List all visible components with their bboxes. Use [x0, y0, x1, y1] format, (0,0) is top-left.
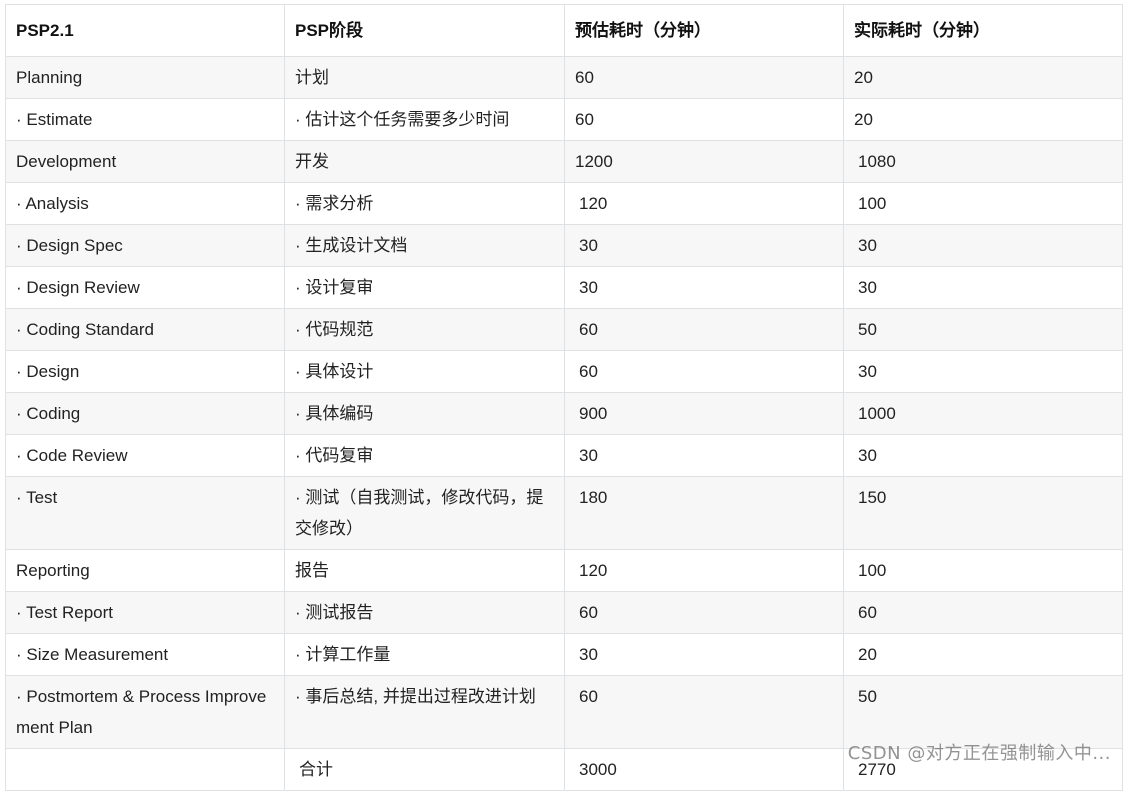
- cell-actual: 20: [843, 633, 1123, 676]
- cell-estimated: 60: [564, 56, 844, 99]
- cell-estimated: 30: [564, 224, 844, 267]
- cell-psp21: Reporting: [5, 549, 285, 592]
- table-header-row: PSP2.1 PSP阶段 预估耗时（分钟） 实际耗时（分钟）: [5, 4, 1123, 57]
- cell-estimated: 180: [564, 476, 844, 550]
- cell-psp21: [5, 748, 285, 791]
- table-row: · Estimate · 估计这个任务需要多少时间 60 20: [5, 98, 1123, 141]
- cell-psp-stage: · 具体设计: [284, 350, 565, 393]
- table-row: · Coding Standard · 代码规范 60 50: [5, 308, 1123, 351]
- table-row: · Analysis · 需求分析 120 100: [5, 182, 1123, 225]
- psp-table: PSP2.1 PSP阶段 预估耗时（分钟） 实际耗时（分钟） Planning 计…: [5, 4, 1123, 791]
- cell-estimated: 30: [564, 633, 844, 676]
- cell-estimated: 60: [564, 308, 844, 351]
- cell-psp21: · Estimate: [5, 98, 285, 141]
- cell-psp21: · Test Report: [5, 591, 285, 634]
- cell-estimated: 120: [564, 182, 844, 225]
- cell-actual: 20: [843, 56, 1123, 99]
- cell-psp21: · Code Review: [5, 434, 285, 477]
- cell-estimated: 60: [564, 98, 844, 141]
- cell-psp21: · Design Review: [5, 266, 285, 309]
- header-psp21: PSP2.1: [5, 4, 285, 57]
- cell-psp21: · Coding: [5, 392, 285, 435]
- cell-actual: 100: [843, 182, 1123, 225]
- table-body: Planning 计划 60 20 · Estimate · 估计这个任务需要多少时间 60…: [5, 56, 1123, 791]
- table-row: · Postmortem & Process Improvement Plan ·…: [5, 675, 1123, 749]
- cell-estimated: 120: [564, 549, 844, 592]
- cell-estimated: 900: [564, 392, 844, 435]
- cell-estimated: 3000: [564, 748, 844, 791]
- table-row: Reporting 报告 120 100: [5, 549, 1123, 592]
- cell-psp-stage: · 具体编码: [284, 392, 565, 435]
- cell-estimated: 60: [564, 591, 844, 634]
- cell-psp-stage: 报告: [284, 549, 565, 592]
- cell-actual: 150: [843, 476, 1123, 550]
- header-estimated-time: 预估耗时（分钟）: [564, 4, 844, 57]
- cell-psp-stage: · 设计复审: [284, 266, 565, 309]
- cell-psp-stage: · 生成设计文档: [284, 224, 565, 267]
- table-row: · Coding · 具体编码 900 1000: [5, 392, 1123, 435]
- table-row: · Test · 测试（自我测试，修改代码，提交修改） 180 150: [5, 476, 1123, 550]
- cell-psp21: · Design: [5, 350, 285, 393]
- cell-psp-stage: 合计: [284, 748, 565, 791]
- cell-actual: 30: [843, 266, 1123, 309]
- cell-actual: 30: [843, 224, 1123, 267]
- table-row: · Code Review · 代码复审 30 30: [5, 434, 1123, 477]
- cell-psp-stage: · 测试（自我测试，修改代码，提交修改）: [284, 476, 565, 550]
- cell-psp-stage: · 计算工作量: [284, 633, 565, 676]
- cell-psp21: Development: [5, 140, 285, 183]
- cell-psp-stage: · 代码规范: [284, 308, 565, 351]
- cell-estimated: 30: [564, 434, 844, 477]
- cell-psp-stage: · 测试报告: [284, 591, 565, 634]
- cell-psp21: · Analysis: [5, 182, 285, 225]
- table-row: · Design Review · 设计复审 30 30: [5, 266, 1123, 309]
- cell-estimated: 1200: [564, 140, 844, 183]
- table-row: Development 开发 1200 1080: [5, 140, 1123, 183]
- table-row: · Test Report · 测试报告 60 60: [5, 591, 1123, 634]
- cell-psp21: · Test: [5, 476, 285, 550]
- header-psp-stage: PSP阶段: [284, 4, 565, 57]
- cell-psp-stage: · 估计这个任务需要多少时间: [284, 98, 565, 141]
- table-row: · Size Measurement · 计算工作量 30 20: [5, 633, 1123, 676]
- header-actual-time: 实际耗时（分钟）: [843, 4, 1123, 57]
- cell-psp-stage: 开发: [284, 140, 565, 183]
- cell-actual: 1080: [843, 140, 1123, 183]
- cell-actual: 60: [843, 591, 1123, 634]
- cell-psp-stage: · 代码复审: [284, 434, 565, 477]
- table-row: · Design · 具体设计 60 30: [5, 350, 1123, 393]
- cell-psp21: · Postmortem & Process Improvement Plan: [5, 675, 285, 749]
- cell-psp-stage: · 需求分析: [284, 182, 565, 225]
- cell-actual: 30: [843, 350, 1123, 393]
- cell-actual: 30: [843, 434, 1123, 477]
- cell-psp-stage: 计划: [284, 56, 565, 99]
- table-row: · Design Spec · 生成设计文档 30 30: [5, 224, 1123, 267]
- cell-actual: 50: [843, 675, 1123, 749]
- cell-psp-stage: · 事后总结, 并提出过程改进计划: [284, 675, 565, 749]
- cell-actual: 100: [843, 549, 1123, 592]
- cell-actual: 20: [843, 98, 1123, 141]
- cell-psp21: · Size Measurement: [5, 633, 285, 676]
- cell-psp21: Planning: [5, 56, 285, 99]
- csdn-watermark: CSDN @对方正在强制输入中...: [847, 743, 1111, 764]
- cell-estimated: 60: [564, 675, 844, 749]
- cell-psp21: · Design Spec: [5, 224, 285, 267]
- cell-estimated: 60: [564, 350, 844, 393]
- cell-actual: 50: [843, 308, 1123, 351]
- cell-actual: 1000: [843, 392, 1123, 435]
- table-row: Planning 计划 60 20: [5, 56, 1123, 99]
- cell-estimated: 30: [564, 266, 844, 309]
- cell-psp21: · Coding Standard: [5, 308, 285, 351]
